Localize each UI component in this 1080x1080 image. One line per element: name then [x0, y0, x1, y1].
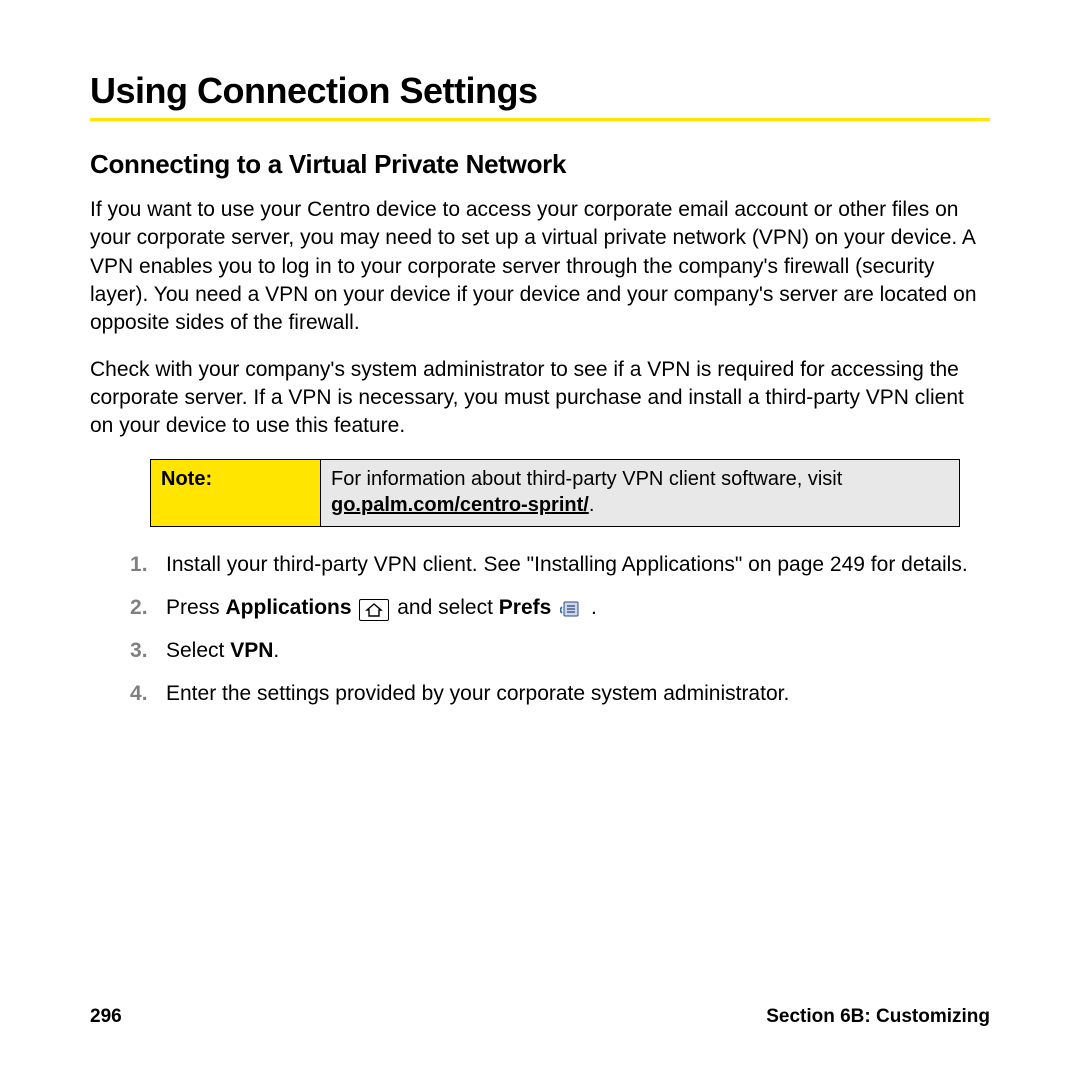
note-body: For information about third-party VPN cl… [321, 459, 960, 526]
note-callout: Note: For information about third-party … [150, 459, 960, 527]
step-3-end: . [273, 639, 279, 662]
section-heading: Connecting to a Virtual Private Network [90, 149, 990, 180]
note-text-after: . [589, 494, 595, 516]
section-label: Section 6B: Customizing [766, 1006, 990, 1028]
page-footer: 296 Section 6B: Customizing [90, 1006, 990, 1028]
step-2-prefs-label: Prefs [499, 596, 552, 619]
step-2-text-and: and select [397, 596, 499, 619]
prefs-icon [559, 597, 583, 619]
intro-paragraph-1: If you want to use your Centro device to… [90, 196, 990, 338]
step-1: Install your third-party VPN client. See… [130, 551, 990, 580]
step-2-applications-label: Applications [226, 596, 352, 619]
note-link[interactable]: go.palm.com/centro-sprint/ [331, 494, 589, 516]
note-text-before: For information about third-party VPN cl… [331, 468, 842, 490]
step-3: Select VPN. [130, 637, 990, 666]
step-3-vpn: VPN [230, 639, 273, 662]
home-icon [359, 599, 389, 621]
step-4: Enter the settings provided by your corp… [130, 680, 990, 709]
note-label: Note: [151, 459, 321, 526]
intro-paragraph-2: Check with your company's system adminis… [90, 356, 990, 441]
page-number: 296 [90, 1006, 122, 1028]
step-2-text-press: Press [166, 596, 226, 619]
page-title: Using Connection Settings [90, 70, 990, 121]
steps-list: Install your third-party VPN client. See… [130, 551, 990, 709]
step-3-select: Select [166, 639, 230, 662]
step-2: Press Applications and select Prefs . [130, 594, 990, 623]
step-2-text-end: . [585, 596, 597, 619]
